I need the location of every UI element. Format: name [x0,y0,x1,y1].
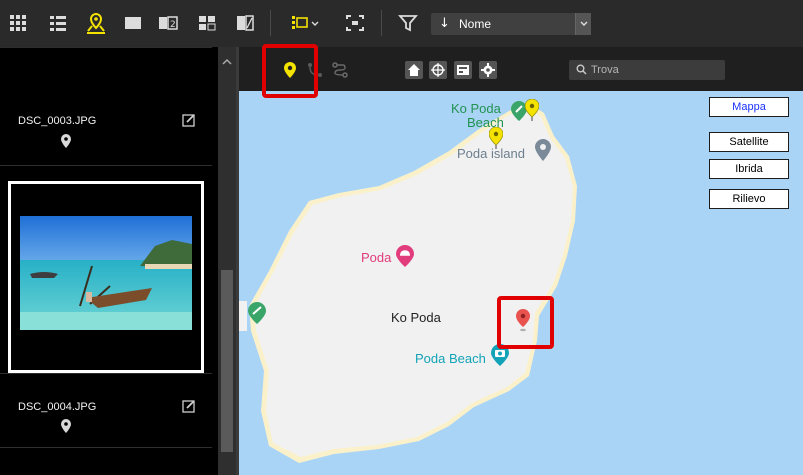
search-icon [576,64,587,75]
map-type-button-ibrida[interactable]: Ibrida [709,159,789,179]
toolbar-separator [270,10,271,36]
list-view-icon[interactable] [47,12,69,34]
file-name: DSC_0004.JPG [18,401,97,413]
map-type-button-satellite[interactable]: Satellite [709,132,789,152]
image-viewer-icon[interactable] [234,12,256,34]
highlight-box [497,296,554,349]
divider [0,165,212,166]
photo-thumbnail [20,216,192,330]
settings-icon[interactable] [479,61,497,79]
hotel-pin-icon[interactable] [396,245,414,272]
map-label: Ko Poda [451,101,501,116]
location-pin-icon [60,419,72,433]
chevron-down-icon[interactable] [575,13,591,35]
map-toolbar [239,47,803,91]
divider [0,447,212,448]
place-pin-icon[interactable] [535,139,551,166]
home-icon[interactable] [405,61,423,79]
map-search-box[interactable] [569,60,725,80]
toolbar-separator [381,10,382,36]
map-view-icon[interactable] [85,12,107,34]
map-type-button-mappa[interactable]: Mappa [709,97,789,117]
filmstrip-view-icon[interactable] [196,12,218,34]
layout-toggle-icon[interactable] [290,12,324,34]
search-input[interactable] [591,62,719,78]
route-icon[interactable] [331,61,349,79]
filter-icon[interactable] [397,12,419,34]
park-pin-icon[interactable] [248,302,266,329]
sort-order-icon: ↓ [439,16,450,31]
svg-text:2: 2 [170,20,176,30]
sort-dropdown[interactable]: ↓ Nome [431,13,591,35]
compare-view-icon[interactable]: 2 [157,12,179,34]
chevron-up-icon[interactable] [222,58,232,65]
edit-icon[interactable] [182,113,196,127]
list-item[interactable]: DSC_0004.JPG [0,373,218,447]
fit-icon[interactable] [344,12,366,34]
filmstrip-scrollbar[interactable] [218,47,236,475]
location-pin-icon [60,134,72,148]
list-item[interactable]: DSC_0003.JPG [0,47,218,165]
map-label: Poda island [457,146,525,161]
file-name: DSC_0003.JPG [18,115,97,127]
crosshair-icon[interactable] [429,61,447,79]
full-screen-view-icon[interactable] [122,12,144,34]
map-label: Poda [361,250,392,265]
map-info-icon[interactable] [454,61,472,79]
photo-location-pin-icon[interactable] [524,98,540,126]
map-label: Poda Beach [415,351,486,366]
highlight-box [262,44,318,98]
filmstrip-panel: DSC_0003.JPG DSC_0004.JPG [0,47,218,475]
map-type-button-rilievo[interactable]: Rilievo [709,189,789,209]
grid-view-icon[interactable] [7,12,29,34]
map-canvas[interactable]: Ko Poda Beach Poda island Poda Ko Poda P… [239,91,803,475]
scrollbar-thumb[interactable] [221,270,233,452]
sort-selected-value: Nome [459,17,492,31]
edit-icon[interactable] [182,399,196,413]
selected-thumbnail[interactable] [8,181,204,373]
main-toolbar: 2 ↓ Nome [0,0,803,47]
map-label: Ko Poda [391,310,441,325]
